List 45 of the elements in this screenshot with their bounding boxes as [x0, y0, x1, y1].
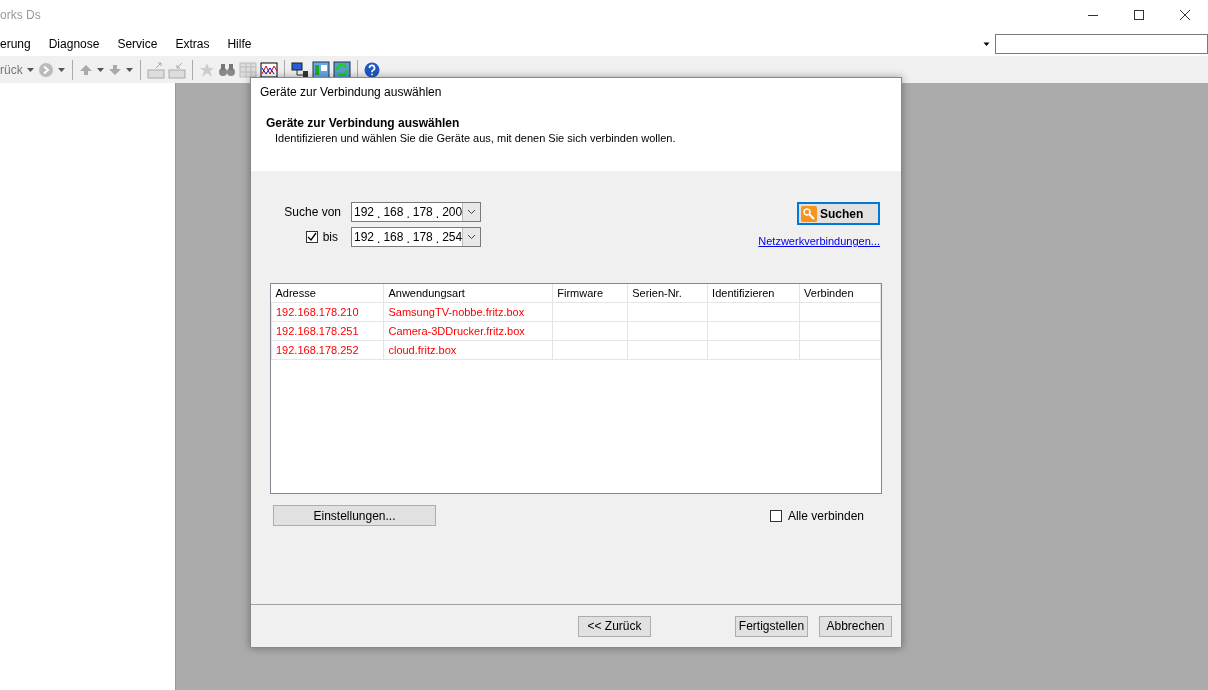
maximize-icon[interactable] — [1133, 9, 1145, 21]
back-button[interactable]: << Zurück — [578, 615, 651, 637]
column-header[interactable]: Firmware — [552, 284, 628, 303]
column-header[interactable]: Serien-Nr. — [627, 284, 708, 303]
table-cell: 192.168.178.251 — [271, 321, 384, 341]
column-header[interactable]: Verbinden — [799, 284, 881, 303]
menu-item[interactable]: Diagnose — [48, 37, 100, 51]
star-icon[interactable] — [198, 61, 215, 78]
dialog-heading: Geräte zur Verbindung auswählen — [266, 116, 461, 130]
column-header[interactable]: Identifizieren — [707, 284, 800, 303]
magnifier-icon — [801, 205, 817, 222]
dialog-subtitle: Identifizieren und wählen Sie die Geräte aus, mit denen Sie sich verbinden wollen. — [274, 132, 677, 144]
network-refresh-icon[interactable] — [332, 60, 351, 79]
help-icon[interactable] — [363, 61, 380, 78]
chart-icon[interactable] — [259, 61, 278, 78]
search-from-label: Suche von — [283, 205, 342, 219]
menu-item[interactable]: Hilfe — [227, 37, 252, 51]
table-cell: SamsungTV-nobbe.fritz.box — [383, 302, 553, 322]
dropdown-arrow-icon[interactable] — [983, 41, 991, 47]
table-cell: 192.168.178.252 — [271, 340, 384, 360]
column-header[interactable]: Anwendungsart — [383, 284, 553, 303]
connect-all-label: Alle verbinden — [787, 508, 864, 523]
connect-all-checkbox[interactable] — [769, 509, 782, 522]
back-button-label[interactable]: rück — [0, 62, 23, 77]
network-device-icon[interactable] — [311, 60, 330, 79]
table-cell: cloud.fritz.box — [383, 340, 553, 360]
window-title: orks Ds — [0, 8, 41, 22]
menu-item[interactable]: Extras — [175, 37, 210, 51]
close-icon[interactable] — [1179, 9, 1191, 21]
range-checkbox[interactable] — [305, 231, 318, 243]
table-cell: 192.168.178.210 — [271, 302, 384, 322]
column-header[interactable]: Adresse — [271, 284, 384, 303]
network-device-icon[interactable] — [290, 60, 309, 79]
cancel-button[interactable]: Abbrechen — [819, 615, 892, 637]
search-field[interactable] — [995, 34, 1208, 54]
network-connections-link[interactable]: Netzwerkverbindungen... — [758, 235, 880, 247]
finish-button[interactable]: Fertigstellen — [735, 615, 808, 637]
binoculars-icon[interactable] — [217, 61, 236, 78]
range-to-label: bis — [322, 230, 338, 244]
table-cell: Camera-3DDrucker.fritz.box — [383, 321, 553, 341]
settings-button[interactable]: Einstellungen... — [273, 505, 436, 526]
search-button[interactable]: Suchen — [797, 202, 880, 225]
menu-item[interactable]: Service — [117, 37, 158, 51]
dialog-title: Geräte zur Verbindung auswählen — [260, 85, 442, 99]
menu-item[interactable]: erung — [0, 37, 31, 51]
